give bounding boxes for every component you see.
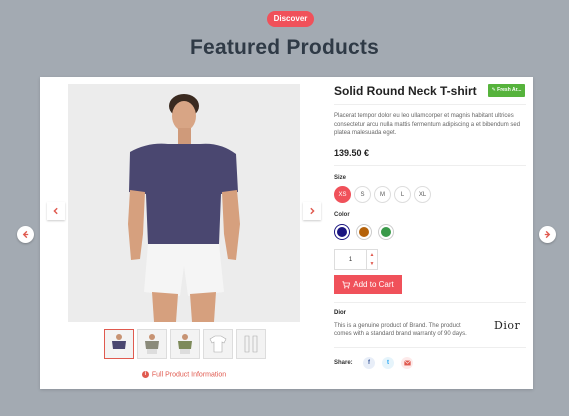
product-card: i Full Product Information Solid Round Ne… — [40, 77, 533, 389]
twitter-share-button[interactable]: t — [382, 357, 394, 369]
size-option-xl[interactable]: XL — [414, 186, 431, 203]
divider — [334, 347, 526, 348]
page-title: Featured Products — [190, 36, 379, 59]
color-selector — [334, 224, 394, 240]
brand-logo: Dior — [494, 319, 521, 332]
thumbnail-strip — [104, 329, 266, 359]
size-label: Size — [334, 175, 347, 181]
arrow-right-icon — [544, 230, 551, 239]
carousel-next-button[interactable] — [539, 226, 556, 243]
carousel-prev-button[interactable] — [17, 226, 34, 243]
share-label: Share: — [334, 360, 353, 366]
color-option-navy[interactable] — [334, 224, 350, 240]
chevron-right-icon — [310, 207, 315, 215]
cart-icon — [342, 280, 351, 289]
add-to-cart-button[interactable]: Add to Cart — [334, 275, 402, 294]
twitter-icon: t — [387, 360, 389, 366]
full-product-info-link[interactable]: i Full Product Information — [40, 371, 328, 378]
size-option-s[interactable]: S — [354, 186, 371, 203]
quantity-decrease-button[interactable]: ▼ — [367, 260, 377, 270]
info-icon: i — [141, 371, 149, 378]
product-title: Solid Round Neck T-shirt — [334, 84, 477, 98]
add-to-cart-label: Add to Cart — [353, 280, 394, 289]
size-selector: XS S M L XL — [334, 186, 431, 203]
divider — [334, 302, 526, 303]
color-label: Color — [334, 212, 350, 218]
quantity-input[interactable]: 1 — [335, 250, 366, 269]
thumbnail-flat-lay[interactable] — [203, 329, 233, 359]
arrow-left-icon — [22, 230, 29, 239]
discover-badge: Discover — [267, 11, 314, 27]
product-main-image — [68, 84, 300, 322]
image-next-button[interactable] — [303, 202, 321, 220]
product-price: 139.50 € — [334, 148, 370, 158]
image-prev-button[interactable] — [47, 202, 65, 220]
email-share-button[interactable] — [401, 357, 413, 369]
thumbnail-front-view[interactable] — [104, 329, 134, 359]
divider — [334, 104, 526, 105]
quantity-increase-button[interactable]: ▲ — [367, 250, 377, 260]
thumbnail-model-grey[interactable] — [137, 329, 167, 359]
fresh-badge-label: Fresh Ar... — [497, 87, 522, 93]
size-option-l[interactable]: L — [394, 186, 411, 203]
facebook-icon: f — [368, 360, 370, 366]
divider — [334, 165, 526, 166]
thumbnail-model-olive[interactable] — [170, 329, 200, 359]
email-icon — [403, 360, 411, 366]
product-description: Placerat tempor dolor eu leo ullamcorper… — [334, 113, 521, 136]
brand-description: This is a genuine product of Brand. The … — [334, 323, 467, 337]
color-option-green[interactable] — [378, 224, 394, 240]
size-option-m[interactable]: M — [374, 186, 391, 203]
brand-name: Dior — [334, 310, 346, 316]
full-info-label: Full Product Information — [151, 371, 227, 379]
thumbnail-size-chart[interactable] — [236, 329, 266, 359]
facebook-share-button[interactable]: f — [363, 357, 375, 369]
model-photo — [68, 84, 300, 322]
quantity-stepper: 1 ▲ ▼ — [334, 249, 378, 270]
size-option-xs[interactable]: XS — [334, 186, 351, 203]
color-option-orange[interactable] — [356, 224, 372, 240]
fresh-badge: ✎ Fresh Ar... — [488, 84, 525, 97]
chevron-left-icon — [53, 207, 58, 215]
